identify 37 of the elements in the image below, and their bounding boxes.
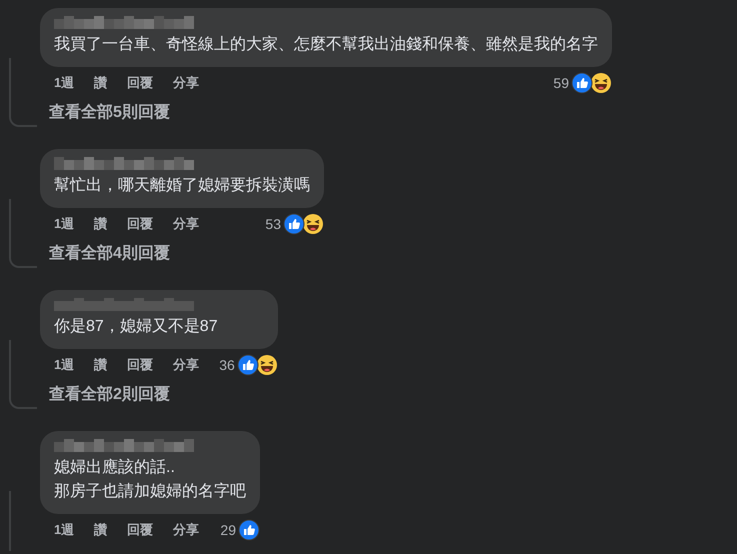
comment-action-link[interactable]: 讚 (94, 215, 108, 233)
comment-action-link[interactable]: 讚 (94, 521, 108, 539)
comment-action-link[interactable]: 分享 (173, 521, 200, 539)
comment-text: 我買了一台車、奇怪線上的大家、怎麼不幫我出油錢和保養、雖然是我的名字 (54, 34, 598, 55)
comment-time: 1週 (54, 356, 74, 374)
comment-time: 1週 (54, 74, 74, 92)
like-reaction-icon (236, 354, 259, 376)
comment-action-link[interactable]: 回覆 (127, 521, 154, 539)
thread-line (9, 58, 37, 127)
thread-line (9, 340, 37, 409)
like-reaction-icon (238, 519, 260, 541)
reaction-count: 29 (220, 522, 236, 538)
comment-time: 1週 (54, 521, 74, 539)
comment-text: 媳婦出應該的話.. 那房子也請加媳婦的名字吧 (54, 458, 246, 502)
comment-time: 1週 (54, 215, 74, 233)
comment-action-link[interactable]: 回覆 (127, 356, 154, 374)
reaction-count: 59 (553, 75, 569, 91)
laughing-face-icon (302, 213, 324, 235)
like-reaction-icon (283, 213, 305, 235)
comment-action-link[interactable]: 分享 (173, 74, 200, 92)
view-replies-link[interactable]: 查看全部2則回覆 (49, 384, 170, 405)
comment-text: 幫忙出，哪天離婚了媳婦要拆裝潢嗎 (54, 176, 310, 196)
comment-action-link[interactable]: 讚 (94, 74, 108, 92)
comment-action-link[interactable]: 回覆 (127, 74, 154, 92)
reaction-count: 36 (219, 357, 235, 373)
comment-action-link[interactable]: 分享 (173, 215, 200, 233)
comment-action-link[interactable]: 分享 (173, 356, 200, 374)
view-replies-link[interactable]: 查看全部5則回覆 (49, 102, 170, 123)
comment-text: 你是87，媳婦又不是87 (54, 317, 219, 337)
view-replies-link[interactable]: 查看全部4則回覆 (49, 243, 170, 264)
laughing-face-icon (590, 72, 612, 94)
comment-action-link[interactable]: 回覆 (127, 215, 154, 233)
comment-action-link[interactable]: 讚 (94, 356, 108, 374)
thread-line (9, 199, 37, 268)
reaction-count: 53 (265, 216, 281, 232)
like-reaction-icon (571, 72, 593, 94)
laughing-face-icon (256, 354, 278, 376)
